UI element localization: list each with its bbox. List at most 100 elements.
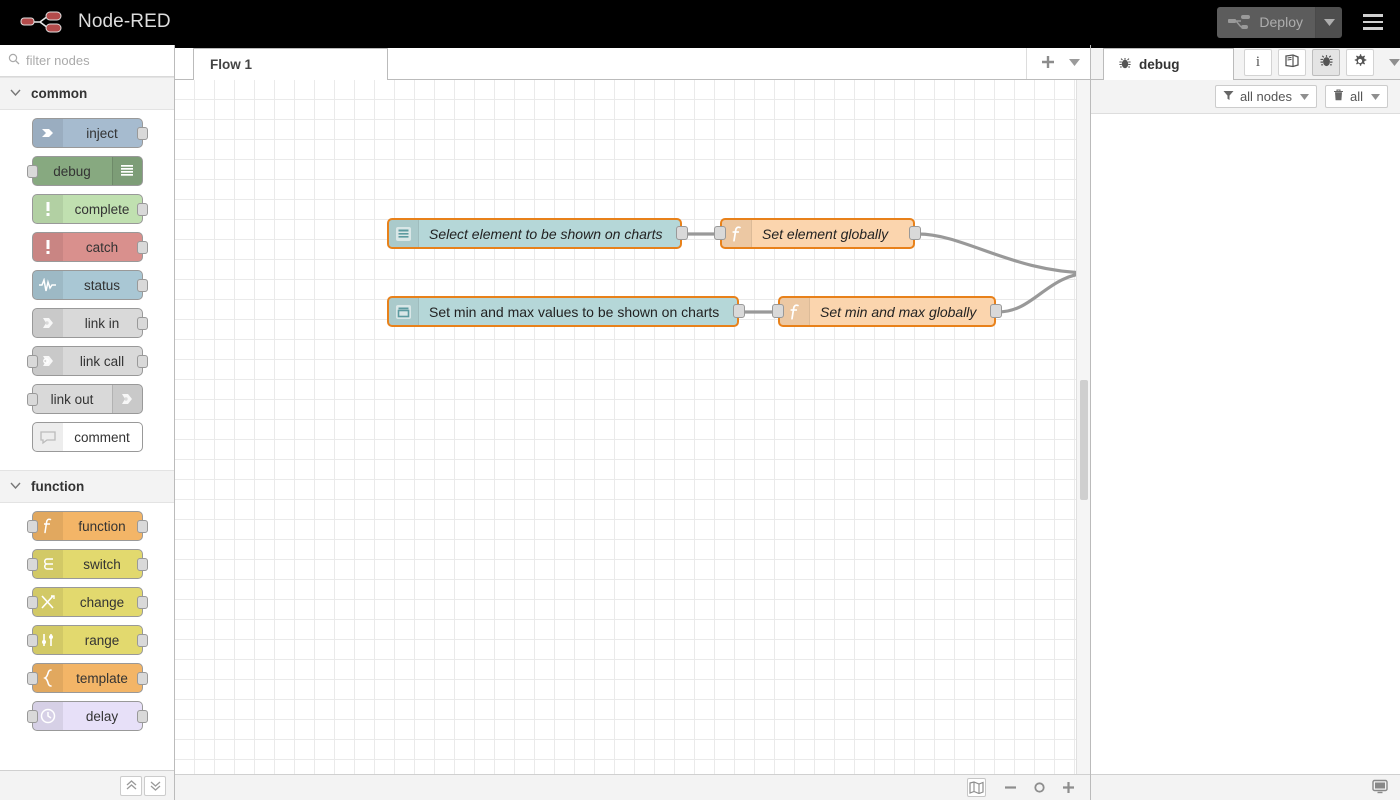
palette-node-link-out[interactable]: link out: [32, 384, 143, 414]
flow-node-function-set-element-globally[interactable]: Set element globally: [720, 218, 915, 249]
node-output-port[interactable]: [676, 226, 688, 240]
right-sidebar: debug i: [1090, 45, 1400, 800]
search-input[interactable]: [26, 53, 166, 68]
debug-tab-button[interactable]: [1312, 49, 1340, 76]
brand: Node-RED: [0, 9, 171, 35]
palette-node-change[interactable]: change: [32, 587, 143, 617]
flow-node-inject-set-min-max[interactable]: Set min and max values to be shown on ch…: [387, 296, 739, 327]
palette-node-link-in[interactable]: link in: [32, 308, 143, 338]
palette-node-label: inject: [63, 126, 142, 141]
sidebar-more-icon[interactable]: [1389, 59, 1400, 66]
flow-tab-bar: Flow 1: [175, 45, 1090, 80]
debug-message-list[interactable]: [1091, 114, 1400, 774]
palette-search[interactable]: [0, 45, 174, 77]
app-title: Node-RED: [78, 11, 171, 33]
palette-node-template[interactable]: template: [32, 663, 143, 693]
canvas-vertical-scrollbar[interactable]: [1076, 80, 1090, 774]
node-output-port[interactable]: [137, 596, 148, 609]
node-output-port[interactable]: [137, 241, 148, 254]
palette-node-inject[interactable]: inject: [32, 118, 143, 148]
palette-node-label: comment: [63, 430, 142, 445]
inject-arrow-icon: [33, 119, 63, 147]
chevron-down-icon[interactable]: [1069, 59, 1080, 66]
palette-node-switch[interactable]: switch: [32, 549, 143, 579]
palette-node-link-call[interactable]: link call: [32, 346, 143, 376]
palette-node-label: debug: [33, 164, 112, 179]
chevrons-down-icon[interactable]: [144, 776, 166, 796]
help-tab-button[interactable]: [1278, 49, 1306, 76]
palette-node-function[interactable]: function: [32, 511, 143, 541]
deploy-group[interactable]: Deploy: [1217, 7, 1342, 38]
flow-node-inject-select-element[interactable]: Select element to be shown on charts: [387, 218, 682, 249]
plus-icon[interactable]: [1041, 55, 1055, 69]
palette-node-catch[interactable]: catch: [32, 232, 143, 262]
book-icon: [1284, 54, 1300, 71]
palette-category-label: function: [31, 479, 84, 494]
zoom-in-icon[interactable]: [1059, 778, 1078, 797]
exclamation-icon: [33, 195, 63, 223]
node-output-port[interactable]: [137, 355, 148, 368]
flow-node-label: Set min and max globally: [810, 304, 986, 320]
node-input-port[interactable]: [714, 226, 726, 240]
node-input-port[interactable]: [27, 710, 38, 723]
palette-category-function[interactable]: function: [0, 470, 174, 503]
node-input-port[interactable]: [27, 596, 38, 609]
debug-clear-label: all: [1350, 89, 1363, 104]
chevrons-up-icon[interactable]: [120, 776, 142, 796]
config-tab-button[interactable]: [1346, 49, 1374, 76]
node-input-port[interactable]: [27, 393, 38, 406]
chevron-down-icon: [10, 481, 21, 492]
palette-category-common[interactable]: common: [0, 77, 174, 110]
deploy-button[interactable]: Deploy: [1217, 7, 1316, 38]
workspace: Flow 1: [175, 45, 1090, 800]
flow-node-function-set-min-max-globally[interactable]: Set min and max globally: [778, 296, 996, 327]
palette-node-status[interactable]: status: [32, 270, 143, 300]
deploy-icon: [1227, 14, 1251, 30]
function-f-icon: [722, 220, 752, 247]
debug-filter-button[interactable]: all nodes: [1215, 85, 1317, 108]
palette-node-comment[interactable]: comment: [32, 422, 143, 452]
node-red-editor: Node-RED Deploy: [0, 0, 1400, 800]
deploy-caret-icon[interactable]: [1316, 7, 1342, 38]
node-output-port[interactable]: [733, 304, 745, 318]
palette-node-label: complete: [63, 202, 142, 217]
monitor-icon[interactable]: [1372, 779, 1388, 797]
info-tab-button[interactable]: i: [1244, 49, 1272, 76]
node-input-port[interactable]: [27, 355, 38, 368]
zoom-out-icon[interactable]: [1001, 778, 1020, 797]
node-output-port[interactable]: [137, 317, 148, 330]
node-input-port[interactable]: [27, 165, 38, 178]
map-navigator-icon[interactable]: [967, 778, 986, 797]
node-input-port[interactable]: [772, 304, 784, 318]
palette-node-debug[interactable]: debug: [32, 156, 143, 186]
node-output-port[interactable]: [137, 203, 148, 216]
node-output-port[interactable]: [137, 710, 148, 723]
palette-node-range[interactable]: range: [32, 625, 143, 655]
node-output-port[interactable]: [137, 558, 148, 571]
sidebar-tab-debug[interactable]: debug: [1103, 48, 1234, 80]
tab-flow-1[interactable]: Flow 1: [193, 48, 388, 80]
node-output-port[interactable]: [909, 226, 921, 240]
debug-clear-button[interactable]: all: [1325, 85, 1388, 108]
hamburger-menu-icon[interactable]: [1356, 5, 1390, 39]
search-icon: [8, 53, 20, 68]
chevron-down-icon: [1300, 92, 1309, 102]
palette-node-complete[interactable]: complete: [32, 194, 143, 224]
palette-node-label: link out: [33, 392, 112, 407]
node-output-port[interactable]: [137, 127, 148, 140]
node-output-port[interactable]: [137, 634, 148, 647]
node-output-port[interactable]: [137, 279, 148, 292]
node-output-port[interactable]: [137, 520, 148, 533]
flow-canvas-container[interactable]: Select element to be shown on charts Set…: [175, 80, 1090, 774]
node-input-port[interactable]: [27, 634, 38, 647]
zoom-reset-icon[interactable]: [1030, 778, 1049, 797]
canvas-scrollbar-thumb[interactable]: [1080, 380, 1088, 500]
node-output-port[interactable]: [990, 304, 1002, 318]
palette-category-label: common: [31, 86, 87, 101]
node-input-port[interactable]: [27, 558, 38, 571]
node-output-port[interactable]: [137, 672, 148, 685]
link-out-icon: [112, 385, 142, 413]
node-input-port[interactable]: [27, 672, 38, 685]
palette-node-delay[interactable]: delay: [32, 701, 143, 731]
node-input-port[interactable]: [27, 520, 38, 533]
